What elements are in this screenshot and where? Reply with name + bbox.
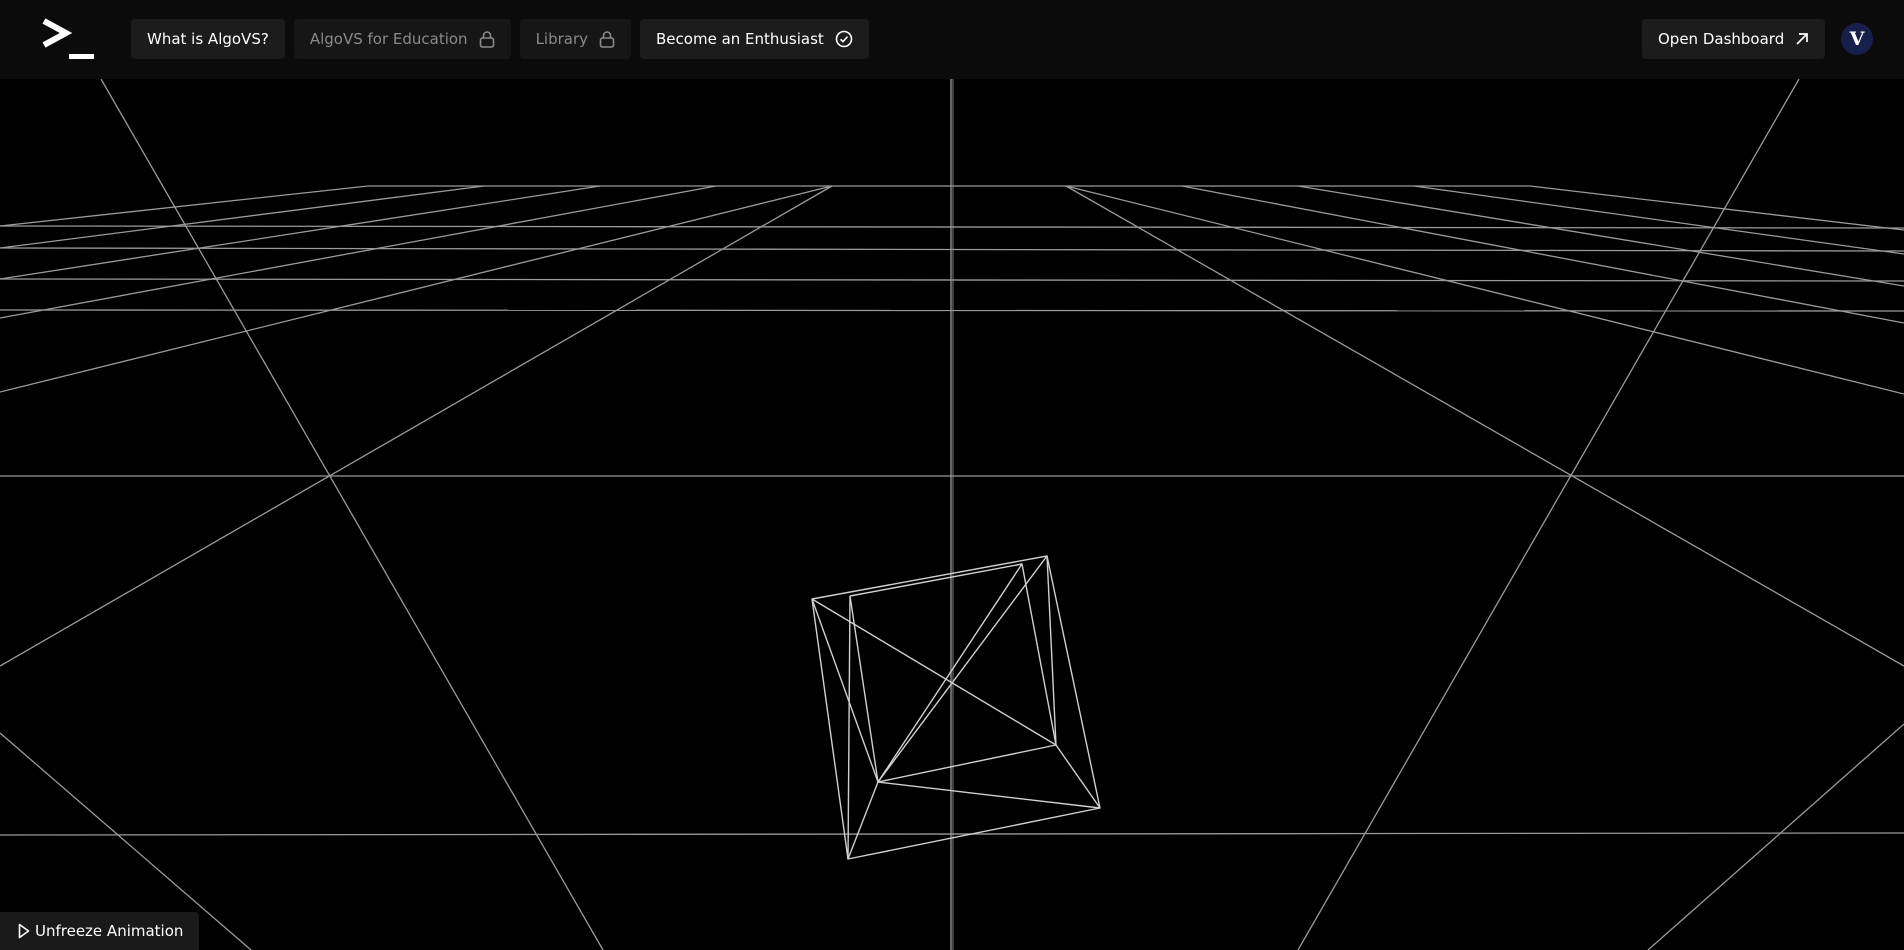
octahedron-wireframe [811, 555, 1101, 860]
unfreeze-animation-label: Unfreeze Animation [35, 922, 184, 940]
nav-become-enthusiast-button[interactable]: Become an Enthusiast [640, 19, 869, 59]
nav-what-is-algovs-button[interactable]: What is AlgoVS? [131, 19, 285, 59]
nav-label: Become an Enthusiast [656, 30, 824, 48]
main-nav: What is AlgoVS? AlgoVS for Education Lib… [131, 19, 869, 59]
terminal-prompt-icon[interactable] [41, 18, 97, 62]
nav-label: What is AlgoVS? [147, 30, 269, 48]
perspective-grid-floor [0, 79, 1904, 950]
arrow-up-right-icon [1796, 33, 1809, 45]
play-icon [18, 923, 30, 939]
nav-label: Library [535, 30, 589, 48]
top-navigation-bar: What is AlgoVS? AlgoVS for Education Lib… [0, 0, 1904, 79]
open-dashboard-label: Open Dashboard [1658, 30, 1785, 48]
nav-library-button[interactable]: Library [519, 19, 632, 59]
lock-icon [479, 31, 494, 48]
check-circle-icon [835, 30, 853, 48]
avatar-letter: V [1849, 28, 1865, 50]
user-avatar[interactable]: V [1841, 23, 1873, 55]
nav-label: AlgoVS for Education [309, 30, 468, 48]
unfreeze-animation-button[interactable]: Unfreeze Animation [0, 912, 200, 950]
wireframe-scene-canvas[interactable] [0, 79, 1904, 950]
nav-education-button[interactable]: AlgoVS for Education [293, 19, 511, 59]
lock-icon [599, 31, 615, 48]
open-dashboard-button[interactable]: Open Dashboard [1642, 19, 1826, 59]
